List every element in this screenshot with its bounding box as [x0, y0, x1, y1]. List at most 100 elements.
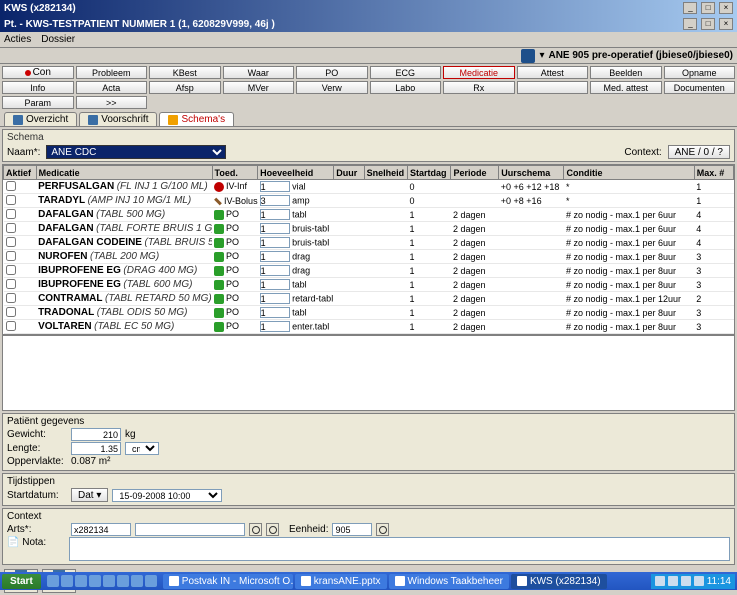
aktief-checkbox[interactable]	[6, 251, 16, 261]
ql-icon[interactable]	[131, 575, 143, 587]
arts-input[interactable]	[71, 523, 131, 536]
inner-close-button[interactable]: ×	[719, 18, 733, 30]
th-conditie[interactable]: Conditie	[564, 166, 694, 180]
th-duur[interactable]: Duur	[334, 166, 364, 180]
maximize-button[interactable]: □	[701, 2, 715, 14]
th-aktief[interactable]: Aktief	[4, 166, 37, 180]
taskbar-task[interactable]: Windows Taakbeheer	[389, 574, 509, 589]
qty-input[interactable]	[260, 181, 290, 192]
th-hoev[interactable]: Hoeveelheid	[258, 166, 334, 180]
med-attest-button[interactable]: Med. attest	[590, 81, 662, 94]
ql-icon[interactable]	[145, 575, 157, 587]
mver-button[interactable]: MVer	[223, 81, 295, 94]
aktief-checkbox[interactable]	[6, 307, 16, 317]
dat-button[interactable]: Dat ▾	[71, 488, 108, 502]
po-button[interactable]: PO	[296, 66, 368, 79]
afsp-button[interactable]: Afsp	[149, 81, 221, 94]
aktief-checkbox[interactable]	[6, 293, 16, 303]
arts-refresh-icon[interactable]	[266, 523, 279, 536]
aktief-checkbox[interactable]	[6, 195, 16, 205]
menu-acties[interactable]: Acties	[4, 34, 31, 45]
schema-naam-select[interactable]: ANE CDC	[46, 145, 226, 159]
info-button[interactable]: Info	[2, 81, 74, 94]
startdatum-select[interactable]: 15-09-2008 10:00	[112, 489, 222, 502]
qty-input[interactable]	[260, 209, 290, 220]
table-row[interactable]: VOLTAREN (TABL EC 50 MG)PO enter.tabl12 …	[4, 320, 734, 334]
attest-button[interactable]: Attest	[517, 66, 589, 79]
tray-icon[interactable]	[681, 576, 691, 586]
more-button[interactable]: >>	[76, 96, 148, 109]
qty-input[interactable]	[260, 223, 290, 234]
lengte-unit-select[interactable]: cm	[125, 442, 159, 455]
inner-minimize-button[interactable]: _	[683, 18, 697, 30]
probleem-button[interactable]: Probleem	[76, 66, 148, 79]
tray-icon[interactable]	[694, 576, 704, 586]
table-row[interactable]: TRADONAL (TABL ODIS 50 MG)PO tabl12 dage…	[4, 306, 734, 320]
table-row[interactable]: TARADYL (AMP INJ 10 MG/1 ML)IV-Bolus amp…	[4, 194, 734, 208]
th-startdag[interactable]: Startdag	[408, 166, 451, 180]
qty-input[interactable]	[260, 293, 290, 304]
qty-input[interactable]	[260, 237, 290, 248]
verw-button[interactable]: Verw	[296, 81, 368, 94]
table-row[interactable]: CONTRAMAL (TABL RETARD 50 MG)PO retard-t…	[4, 292, 734, 306]
aktief-checkbox[interactable]	[6, 279, 16, 289]
eenheid-input[interactable]	[332, 523, 372, 536]
qty-input[interactable]	[260, 307, 290, 318]
table-row[interactable]: NUROFEN (TABL 200 MG)PO drag12 dagen# zo…	[4, 250, 734, 264]
documenten-button[interactable]: Documenten	[664, 81, 736, 94]
tab-overzicht[interactable]: Overzicht	[4, 112, 77, 126]
menu-dossier[interactable]: Dossier	[41, 34, 75, 45]
nota-textarea[interactable]	[69, 537, 730, 561]
arts-extra-input[interactable]	[135, 523, 245, 536]
beelden-button[interactable]: Beelden	[590, 66, 662, 79]
qty-input[interactable]	[260, 251, 290, 262]
aktief-checkbox[interactable]	[6, 321, 16, 331]
context-arrow-icon[interactable]: ▾	[539, 50, 544, 61]
qty-input[interactable]	[260, 195, 290, 206]
context-button[interactable]: ANE / 0 / ?	[668, 145, 730, 159]
table-row[interactable]: IBUPROFENE EG (TABL 600 MG)PO tabl12 dag…	[4, 278, 734, 292]
taskbar-task[interactable]: kransANE.pptx	[295, 574, 387, 589]
start-button[interactable]: Start	[2, 574, 41, 589]
context-dropdown-icon[interactable]	[521, 49, 535, 63]
eenheid-search-icon[interactable]	[376, 523, 389, 536]
ql-icon[interactable]	[103, 575, 115, 587]
ql-icon[interactable]	[89, 575, 101, 587]
table-row[interactable]: IBUPROFENE EG (DRAG 400 MG)PO drag12 dag…	[4, 264, 734, 278]
rx-button[interactable]: Rx	[443, 81, 515, 94]
ql-icon[interactable]	[47, 575, 59, 587]
table-row[interactable]: DAFALGAN (TABL 500 MG)PO tabl12 dagen# z…	[4, 208, 734, 222]
medicatie-button[interactable]: Medicatie	[443, 66, 515, 79]
close-button[interactable]: ×	[719, 2, 733, 14]
table-row[interactable]: DAFALGAN (TABL FORTE BRUIS 1 G)PO bruis-…	[4, 222, 734, 236]
th-uurschema[interactable]: Uurschema	[499, 166, 564, 180]
ql-icon[interactable]	[117, 575, 129, 587]
th-snelheid[interactable]: Snelheid	[364, 166, 407, 180]
taskbar-task[interactable]: KWS (x282134)	[511, 574, 607, 589]
th-toed[interactable]: Toed.	[212, 166, 258, 180]
aktief-checkbox[interactable]	[6, 265, 16, 275]
taskbar-task[interactable]: Postvak IN - Microsoft O…	[163, 574, 293, 589]
tray-icon[interactable]	[655, 576, 665, 586]
aktief-checkbox[interactable]	[6, 209, 16, 219]
kbest-button[interactable]: KBest	[149, 66, 221, 79]
tab-voorschrift[interactable]: Voorschrift	[79, 112, 157, 126]
param-button[interactable]: Param	[2, 96, 74, 109]
acta-button[interactable]: Acta	[76, 81, 148, 94]
th-periode[interactable]: Periode	[451, 166, 499, 180]
con-button[interactable]: Con	[2, 66, 74, 79]
table-row[interactable]: PERFUSALGAN (FL INJ 1 G/100 ML)IV-Inf vi…	[4, 180, 734, 194]
lengte-input[interactable]	[71, 442, 121, 455]
table-row[interactable]: DAFALGAN CODEINE (TABL BRUIS 500-30 MG)P…	[4, 236, 734, 250]
waar-button[interactable]: Waar	[223, 66, 295, 79]
qty-input[interactable]	[260, 321, 290, 332]
ql-icon[interactable]	[75, 575, 87, 587]
aktief-checkbox[interactable]	[6, 223, 16, 233]
qty-input[interactable]	[260, 265, 290, 276]
gewicht-input[interactable]	[71, 428, 121, 441]
minimize-button[interactable]: _	[683, 2, 697, 14]
ql-icon[interactable]	[61, 575, 73, 587]
arts-search-icon[interactable]	[249, 523, 262, 536]
aktief-checkbox[interactable]	[6, 237, 16, 247]
inner-maximize-button[interactable]: □	[701, 18, 715, 30]
